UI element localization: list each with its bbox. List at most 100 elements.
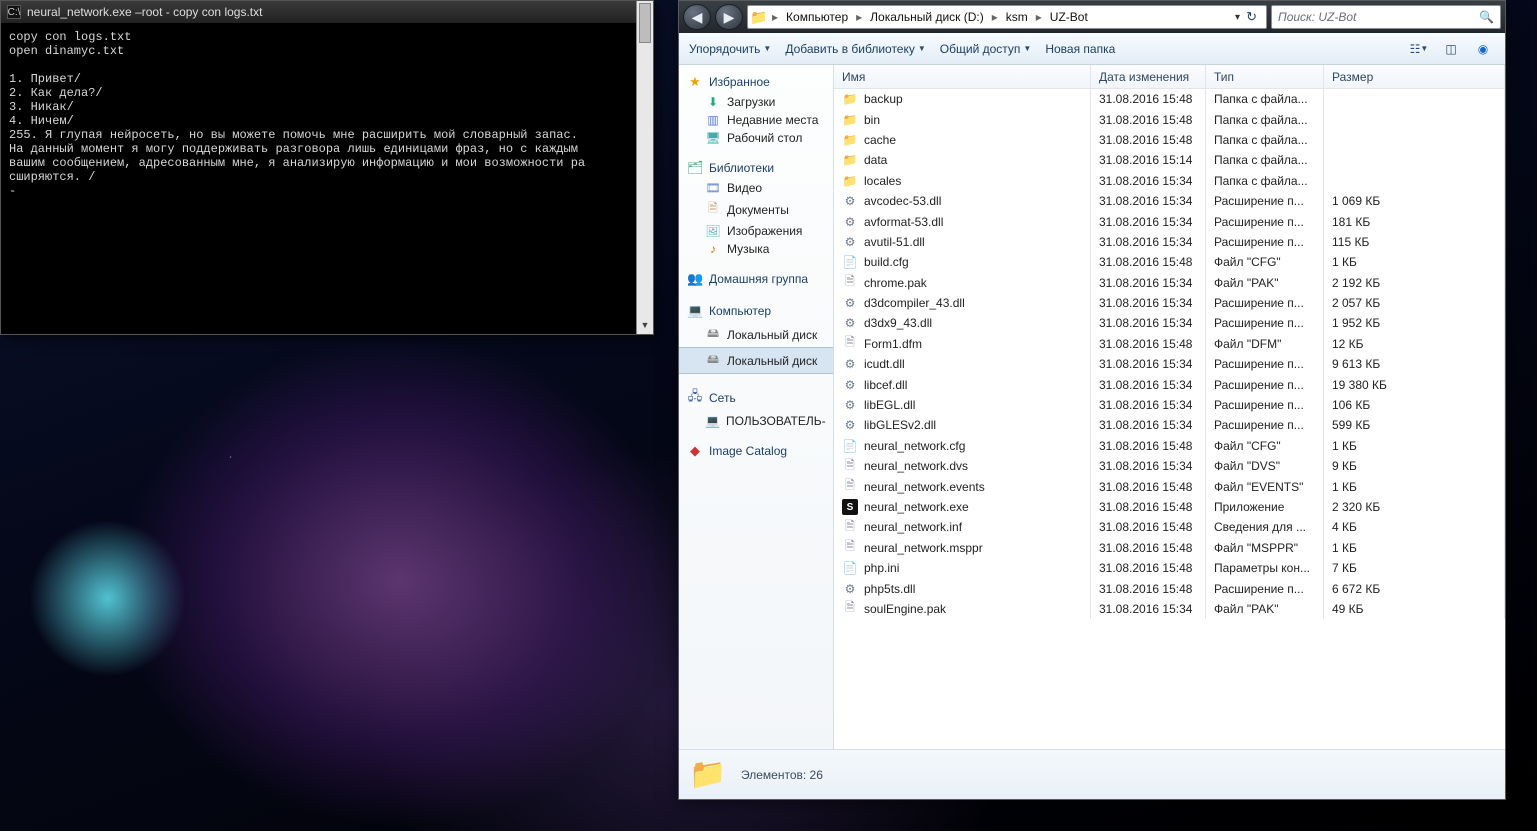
- refresh-button[interactable]: ▾↻: [1226, 9, 1266, 25]
- table-row[interactable]: ⚙avformat-53.dll31.08.2016 15:34Расширен…: [834, 211, 1505, 231]
- explorer-toolbar: Упорядочить▼ Добавить в библиотеку▼ Общи…: [679, 33, 1505, 65]
- file-type-icon: ⚙: [842, 193, 858, 209]
- organize-button[interactable]: Упорядочить▼: [689, 42, 771, 56]
- scroll-thumb[interactable]: [639, 3, 651, 43]
- video-icon: 🎞: [705, 181, 721, 195]
- file-name: Form1.dfm: [864, 337, 922, 351]
- table-row[interactable]: 📄neural_network.cfg31.08.2016 15:48Файл …: [834, 436, 1505, 456]
- scroll-down-icon[interactable]: ▼: [637, 317, 653, 334]
- file-size: 115 КБ: [1324, 232, 1505, 252]
- table-row[interactable]: 📄build.cfg31.08.2016 15:48Файл "CFG"1 КБ: [834, 252, 1505, 272]
- breadcrumb-seg-0[interactable]: Компьютер: [780, 10, 854, 24]
- search-icon[interactable]: 🔍: [1479, 10, 1494, 24]
- add-to-library-button[interactable]: Добавить в библиотеку▼: [785, 42, 925, 56]
- file-date: 31.08.2016 15:48: [1091, 334, 1206, 354]
- column-name[interactable]: Имя: [834, 65, 1091, 88]
- file-name: soulEngine.pak: [864, 602, 946, 616]
- sidebar-item-music[interactable]: ♪Музыка: [679, 240, 833, 258]
- table-row[interactable]: ⚙php5ts.dll31.08.2016 15:48Расширение п.…: [834, 578, 1505, 598]
- file-date: 31.08.2016 15:34: [1091, 232, 1206, 252]
- desktop-icon: 🖥: [705, 131, 721, 145]
- table-row[interactable]: ⚙libEGL.dll31.08.2016 15:34Расширение п.…: [834, 395, 1505, 415]
- table-row[interactable]: 🗎neural_network.dvs31.08.2016 15:34Файл …: [834, 456, 1505, 476]
- sidebar-item-localdisk-d[interactable]: 🖴Локальный диск: [679, 347, 833, 374]
- breadcrumb-seg-3[interactable]: UZ-Bot: [1044, 10, 1094, 24]
- file-size: 9 КБ: [1324, 456, 1505, 476]
- table-row[interactable]: ⚙avutil-51.dll31.08.2016 15:34Расширение…: [834, 232, 1505, 252]
- back-button[interactable]: ◀: [683, 4, 711, 30]
- table-row[interactable]: 📁bin31.08.2016 15:48Папка с файла...: [834, 109, 1505, 129]
- file-list[interactable]: 📁backup31.08.2016 15:48Папка с файла...📁…: [834, 89, 1505, 749]
- column-type[interactable]: Тип: [1206, 65, 1324, 88]
- column-size[interactable]: Размер: [1324, 65, 1505, 88]
- file-date: 31.08.2016 15:34: [1091, 171, 1206, 191]
- breadcrumb-seg-1[interactable]: Локальный диск (D:): [864, 10, 990, 24]
- file-date: 31.08.2016 15:48: [1091, 130, 1206, 150]
- file-type-icon: 📄: [842, 254, 858, 270]
- sidebar-item-localdisk-c[interactable]: 🖴Локальный диск: [679, 322, 833, 347]
- file-name: locales: [864, 174, 901, 188]
- file-size: 1 КБ: [1324, 252, 1505, 272]
- terminal-titlebar[interactable]: C:\ neural_network.exe –root - copy con …: [1, 1, 653, 24]
- sidebar-network[interactable]: 🖧Сеть: [679, 384, 833, 412]
- terminal-output[interactable]: copy con logs.txt open dinamyc.txt 1. Пр…: [1, 24, 653, 334]
- table-row[interactable]: 🗎soulEngine.pak31.08.2016 15:34Файл "PAK…: [834, 599, 1505, 619]
- file-type: Расширение п...: [1206, 211, 1324, 231]
- file-name: neural_network.msppr: [864, 541, 983, 555]
- terminal-window[interactable]: C:\ neural_network.exe –root - copy con …: [0, 0, 654, 335]
- table-row[interactable]: 📁locales31.08.2016 15:34Папка с файла...: [834, 171, 1505, 191]
- catalog-icon: ◆: [687, 443, 703, 459]
- sidebar-item-images[interactable]: 🖼Изображения: [679, 222, 833, 240]
- sidebar-item-recent[interactable]: ▥Недавние места: [679, 111, 833, 129]
- preview-pane-button[interactable]: ◫: [1439, 38, 1463, 60]
- table-row[interactable]: 📁data31.08.2016 15:14Папка с файла...: [834, 150, 1505, 170]
- column-date[interactable]: Дата изменения: [1091, 65, 1206, 88]
- table-row[interactable]: 🗎neural_network.inf31.08.2016 15:48Сведе…: [834, 517, 1505, 537]
- view-mode-button[interactable]: ☷ ▼: [1407, 38, 1431, 60]
- sidebar-item-documents[interactable]: 🗎Документы: [679, 197, 833, 222]
- sidebar-item-video[interactable]: 🎞Видео: [679, 179, 833, 197]
- sidebar-favorites[interactable]: ★Избранное: [679, 71, 833, 93]
- sidebar-item-user-pc[interactable]: 💻ПОЛЬЗОВАТЕЛЬ-: [679, 412, 833, 430]
- forward-button[interactable]: ▶: [715, 4, 743, 30]
- new-folder-button[interactable]: Новая папка: [1045, 42, 1115, 56]
- sidebar-image-catalog[interactable]: ◆Image Catalog: [679, 440, 833, 462]
- help-button[interactable]: ◉: [1471, 38, 1495, 60]
- table-row[interactable]: 🗎chrome.pak31.08.2016 15:34Файл "PAK"2 1…: [834, 273, 1505, 293]
- table-row[interactable]: 📁backup31.08.2016 15:48Папка с файла...: [834, 89, 1505, 109]
- share-button[interactable]: Общий доступ▼: [940, 42, 1032, 56]
- sidebar-computer[interactable]: 💻Компьютер: [679, 300, 833, 322]
- file-list-header: Имя Дата изменения Тип Размер: [834, 65, 1505, 89]
- file-type-icon: 🗎: [842, 479, 858, 495]
- sidebar-item-desktop[interactable]: 🖥Рабочий стол: [679, 129, 833, 147]
- table-row[interactable]: ⚙d3dcompiler_43.dll31.08.2016 15:34Расши…: [834, 293, 1505, 313]
- file-size: 19 380 КБ: [1324, 374, 1505, 394]
- breadcrumb-seg-2[interactable]: ksm: [1000, 10, 1034, 24]
- table-row[interactable]: ⚙libGLESv2.dll31.08.2016 15:34Расширение…: [834, 415, 1505, 435]
- file-date: 31.08.2016 15:34: [1091, 374, 1206, 394]
- file-size: 9 613 КБ: [1324, 354, 1505, 374]
- terminal-scrollbar[interactable]: ▲ ▼: [636, 1, 653, 334]
- table-row[interactable]: 🗎Form1.dfm31.08.2016 15:48Файл "DFM"12 К…: [834, 334, 1505, 354]
- file-type-icon: 🗎: [842, 540, 858, 556]
- file-type: Файл "CFG": [1206, 436, 1324, 456]
- sidebar-homegroup[interactable]: 👥Домашняя группа: [679, 268, 833, 290]
- table-row[interactable]: 🗎neural_network.events31.08.2016 15:48Фа…: [834, 476, 1505, 496]
- table-row[interactable]: ⚙d3dx9_43.dll31.08.2016 15:34Расширение …: [834, 313, 1505, 333]
- table-row[interactable]: 📁cache31.08.2016 15:48Папка с файла...: [834, 130, 1505, 150]
- table-row[interactable]: ⚙icudt.dll31.08.2016 15:34Расширение п..…: [834, 354, 1505, 374]
- search-input[interactable]: Поиск: UZ-Bot 🔍: [1271, 5, 1501, 29]
- table-row[interactable]: ⚙avcodec-53.dll31.08.2016 15:34Расширени…: [834, 191, 1505, 211]
- sidebar-item-downloads[interactable]: ⬇Загрузки: [679, 93, 833, 111]
- file-date: 31.08.2016 15:14: [1091, 150, 1206, 170]
- breadcrumb[interactable]: 📁 ▸ Компьютер ▸ Локальный диск (D:) ▸ ks…: [747, 5, 1267, 29]
- table-row[interactable]: ⚙libcef.dll31.08.2016 15:34Расширение п.…: [834, 374, 1505, 394]
- file-size: 181 КБ: [1324, 211, 1505, 231]
- table-row[interactable]: Sneural_network.exe31.08.2016 15:48Прило…: [834, 497, 1505, 517]
- explorer-window[interactable]: ◀ ▶ 📁 ▸ Компьютер ▸ Локальный диск (D:) …: [678, 0, 1506, 800]
- file-date: 31.08.2016 15:48: [1091, 578, 1206, 598]
- file-type: Расширение п...: [1206, 395, 1324, 415]
- table-row[interactable]: 📄php.ini31.08.2016 15:48Параметры кон...…: [834, 558, 1505, 578]
- table-row[interactable]: 🗎neural_network.msppr31.08.2016 15:48Фай…: [834, 538, 1505, 558]
- sidebar-libraries[interactable]: 🗂Библиотеки: [679, 157, 833, 179]
